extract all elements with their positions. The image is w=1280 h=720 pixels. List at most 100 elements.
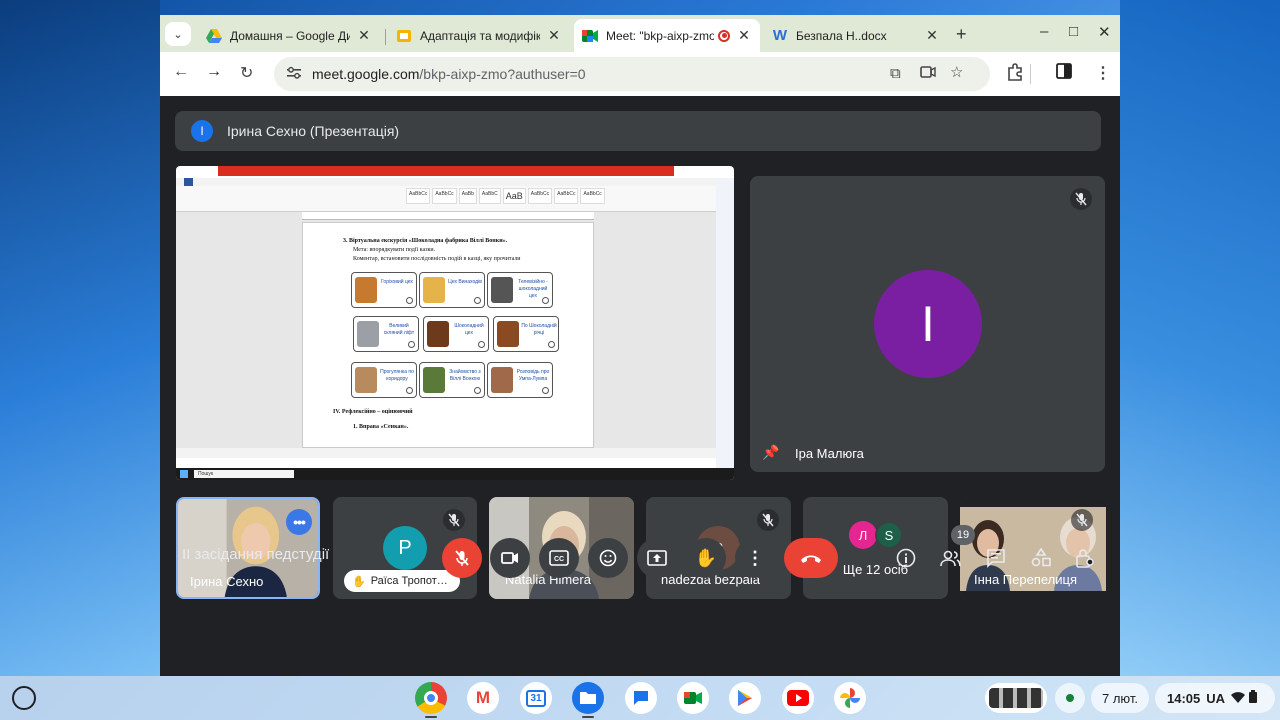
- status-dot-tray[interactable]: [1055, 683, 1085, 713]
- more-options-button[interactable]: ⋮: [735, 538, 775, 578]
- kebab-menu-icon: ⋮: [746, 547, 764, 568]
- holding-space-thumbnails: [989, 688, 1043, 708]
- address-bar[interactable]: meet.google.com/bkp-aixp-zmo?authuser=0 …: [274, 57, 990, 91]
- shared-screen-tile[interactable]: AaBbCc AaBbCc AaBb AaBbC AaB AaBbCc AaBbCc AaBb…: [176, 166, 734, 480]
- wifi-icon: [1231, 691, 1246, 706]
- windows-start-icon: [180, 470, 188, 478]
- word-icon: W: [772, 27, 788, 44]
- story-card: Горіховий цех: [351, 272, 417, 308]
- people-icon: [940, 550, 961, 567]
- play-store-app-icon[interactable]: [729, 682, 761, 714]
- date-tray[interactable]: 7 лют.: [1091, 683, 1149, 713]
- camera-icon[interactable]: [920, 65, 936, 82]
- word-document-area: 3. Віртуальна екскурсія «Шоколадна фабри…: [176, 212, 716, 448]
- activities-button[interactable]: [1030, 547, 1052, 569]
- youtube-app-icon[interactable]: [782, 682, 814, 714]
- forward-button[interactable]: →: [206, 63, 222, 81]
- reload-button[interactable]: ↻: [240, 63, 253, 83]
- tab-google-drive[interactable]: Домашня – Google Ди ✕: [198, 19, 380, 52]
- meeting-details-button[interactable]: [895, 547, 917, 569]
- tab-google-meet[interactable]: Meet: "bkp-aixp-zmo ✕: [574, 19, 760, 52]
- meet-stage: І Ірина Сехно (Презентація) AaBbCc AaBbCc…: [160, 96, 1120, 676]
- story-card: Шоколадний цех: [423, 316, 489, 352]
- site-info-icon[interactable]: [286, 66, 306, 83]
- story-card: Прогулянка по коридору: [351, 362, 417, 398]
- pin-icon[interactable]: 📌: [762, 444, 779, 461]
- side-panel-icon[interactable]: [1056, 63, 1072, 84]
- tab-google-slides[interactable]: Адаптація та модифік ✕: [388, 19, 570, 52]
- story-card: По Шоколадній річці: [493, 316, 559, 352]
- date-label: 7 лют.: [1101, 690, 1139, 706]
- messages-app-icon[interactable]: [625, 682, 657, 714]
- captions-button[interactable]: CC: [539, 538, 579, 578]
- running-indicator: [425, 716, 437, 718]
- extensions-icon[interactable]: [1006, 63, 1024, 86]
- gmail-app-icon[interactable]: M: [467, 682, 499, 714]
- word-ruler: [302, 212, 594, 220]
- info-icon: [896, 548, 916, 568]
- raised-hand-badge: ✋ Раїса Тропот…: [344, 570, 460, 592]
- presenter-avatar: І: [191, 120, 213, 142]
- url-path: /bkp-aixp-zmo?authuser=0: [419, 66, 586, 82]
- chat-button[interactable]: [985, 547, 1007, 569]
- desktop-wallpaper-right: [1120, 0, 1280, 676]
- status-indicator-icon: [1066, 694, 1074, 702]
- tab-search-button[interactable]: ⌄: [165, 22, 191, 46]
- doc-line: Мета: впорядкувати події казки.: [353, 247, 436, 253]
- camera-toggle-button[interactable]: [490, 538, 530, 578]
- tab-strip: ⌄ Домашня – Google Ди ✕ Адаптація та мод…: [160, 15, 1120, 52]
- participant-name: Інна Перепелиця: [974, 572, 1078, 587]
- back-button[interactable]: ←: [173, 63, 189, 81]
- desktop-wallpaper-left: [0, 0, 160, 676]
- minimize-button[interactable]: –: [1040, 23, 1048, 40]
- chromeos-shelf: M 31 7 лют. 14:05 UA: [0, 676, 1280, 720]
- leave-call-button[interactable]: [784, 538, 838, 578]
- cast-icon[interactable]: ⧉: [890, 65, 901, 82]
- present-now-button[interactable]: [637, 538, 677, 578]
- photos-app-icon[interactable]: [834, 682, 866, 714]
- participant-name: Ірина Сехно: [190, 574, 264, 589]
- new-tab-button[interactable]: +: [956, 24, 967, 45]
- present-screen-icon: [647, 550, 667, 566]
- raise-hand-button[interactable]: ✋: [686, 538, 726, 578]
- pinned-participant-tile[interactable]: І 📌 Іра Малюга: [750, 176, 1105, 472]
- close-icon[interactable]: ✕: [924, 27, 940, 44]
- participant-count-badge: 19: [951, 525, 975, 545]
- word-ribbon-tabs: [176, 178, 716, 186]
- reactions-button[interactable]: [588, 538, 628, 578]
- holding-space-tray[interactable]: [985, 683, 1047, 713]
- host-controls-button[interactable]: [1074, 547, 1096, 569]
- battery-icon: [1249, 690, 1258, 706]
- maximize-button[interactable]: □: [1069, 23, 1078, 40]
- people-button[interactable]: [940, 547, 962, 569]
- more-options-icon[interactable]: •••: [286, 509, 312, 535]
- status-tray[interactable]: 14:05 UA: [1155, 683, 1275, 713]
- launcher-button[interactable]: [12, 686, 36, 710]
- close-icon[interactable]: ✕: [356, 27, 372, 44]
- chrome-app-icon[interactable]: [415, 682, 447, 714]
- recording-icon: [718, 29, 730, 42]
- tab-title: Meet: "bkp-aixp-zmo: [606, 28, 714, 43]
- browser-window: ⌄ Домашня – Google Ди ✕ Адаптація та мод…: [160, 15, 1120, 676]
- close-icon[interactable]: ✕: [546, 27, 562, 44]
- participant-name: Раїса Тропот…: [370, 575, 448, 587]
- close-window-button[interactable]: ✕: [1098, 23, 1111, 41]
- mic-off-icon: [1070, 188, 1092, 210]
- windows-taskbar: Пошук: [176, 468, 734, 480]
- bookmark-star-icon[interactable]: ☆: [950, 63, 963, 81]
- mic-toggle-button[interactable]: [442, 538, 482, 578]
- meeting-title: ІІ засідання педстудії: [182, 546, 330, 563]
- tab-word-document[interactable]: W Безпала Н..docx ✕: [764, 19, 948, 52]
- meet-app-icon[interactable]: [677, 682, 709, 714]
- calendar-app-icon[interactable]: 31: [520, 682, 552, 714]
- mic-off-icon: [757, 509, 779, 531]
- svg-text:CC: CC: [554, 556, 564, 563]
- story-cards: Горіховий цех Цех Винаходів Телевізійно …: [343, 268, 573, 402]
- story-card: Цех Винаходів: [419, 272, 485, 308]
- files-app-icon[interactable]: [572, 682, 604, 714]
- raised-hand-icon: ✋: [352, 575, 366, 588]
- presenter-bar: І Ірина Сехно (Презентація): [175, 111, 1101, 151]
- chevron-down-icon: ⌄: [173, 28, 183, 41]
- close-icon[interactable]: ✕: [736, 27, 752, 44]
- kebab-menu-icon[interactable]: ⋮: [1095, 63, 1111, 83]
